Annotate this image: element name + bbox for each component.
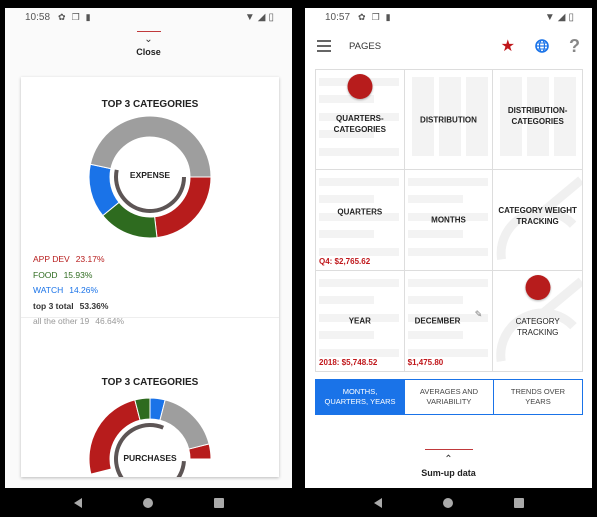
page-title: PAGES [349,40,382,52]
expense-center-label: EXPENSE [129,170,171,180]
chevron-down-icon: ⌄ [144,34,153,45]
tile-distribution[interactable]: DISTRIBUTION [404,70,494,171]
sumup-button[interactable]: ⌃ Sum-up data [305,449,592,478]
tile-december[interactable]: DECEMBER ✎ $1,475.80 [404,270,494,371]
home-button[interactable] [442,497,453,508]
status-bar: 10:58 ✿ ❐ ▮ ▼ ◢ ▯ [5,8,292,26]
purchases-donut: PURCHASES [88,397,212,477]
toolbar: PAGES ★ ? [305,26,592,66]
globe-icon[interactable] [535,39,549,53]
star-icon[interactable]: ★ [501,36,515,56]
tile-category-weight-tracking[interactable]: CATEGORY WEIGHT TRACKING [493,170,582,271]
handle-line [424,449,473,450]
copy-icon: ❐ [371,11,380,22]
close-button[interactable]: ⌄ Close [5,31,292,57]
edit-icon[interactable]: ✎ [475,309,483,320]
purchases-center-label: PURCHASES [123,453,177,463]
right-phone: 10:57 ✿ ❐ ▮ ▼ ◢ ▯ PAGES ★ ? QUARTERS- CA… [303,0,594,517]
settings-icon: ✿ [58,11,66,22]
legend-app-dev: APP DEV 23.17% [33,254,105,264]
back-button[interactable] [373,497,382,508]
card-divider [21,317,279,318]
tab-months-quarters-years[interactable]: MONTHS, QUARTERS, YEARS [316,380,405,414]
year-value: 2018: $5,748.52 [319,358,378,367]
donut-slice-other [159,399,210,450]
left-nav-bar [3,488,294,517]
home-button[interactable] [142,497,153,508]
section-tabs: MONTHS, QUARTERS, YEARS AVERAGES AND VAR… [315,379,583,415]
right-nav-bar [303,488,594,517]
tile-category-tracking[interactable]: CATEGORY TRACKING [493,270,582,371]
december-value: $1,475.80 [407,358,444,367]
left-phone: 10:58 ✿ ❐ ▮ ▼ ◢ ▯ ⌄ Close TOP 3 CATEGORI… [3,0,294,517]
recents-button[interactable] [513,497,524,508]
donut-slice-all-the-other [89,115,212,178]
expense-card-title: TOP 3 CATEGORIES [101,99,199,110]
battery-icon: ▯ [268,11,274,23]
favorite-dot [347,74,373,99]
copy-icon: ❐ [71,11,80,22]
status-time: 10:58 [25,11,51,23]
signal-icon: ◢ [557,11,566,23]
menu-icon[interactable] [317,40,331,52]
expense-card: TOP 3 CATEGORIES EXPENSE APP DEV 23.17% F… [21,77,279,477]
chevron-up-icon: ⌃ [444,454,453,465]
left-screen: 10:58 ✿ ❐ ▮ ▼ ◢ ▯ ⌄ Close TOP 3 CATEGORI… [5,8,292,488]
back-button[interactable] [73,497,82,508]
legend-top3-total: top 3 total 53.36% [33,300,109,311]
tab-trends-over-years[interactable]: TRENDS OVER YEARS [494,380,582,414]
sumup-label: Sum-up data [421,468,476,478]
status-bar: 10:57 ✿ ❐ ▮ ▼ ◢ ▯ [305,8,592,26]
battery-icon: ▯ [568,11,574,23]
settings-icon: ✿ [358,11,366,22]
close-label: Close [136,47,161,57]
status-time: 10:57 [325,11,351,23]
wifi-icon: ▼ [244,11,255,23]
sd-card-icon: ▮ [385,11,391,22]
tile-quarters[interactable]: QUARTERS Q4: $2,765.62 [316,170,405,271]
legend-watch: WATCH 14.26% [33,285,99,295]
signal-icon: ◢ [257,11,266,23]
favorite-dot [525,274,551,300]
handle-line [136,31,161,32]
tile-quarters-categories[interactable]: QUARTERS- CATEGORIES [316,70,405,171]
tile-distribution-categories[interactable]: DISTRIBUTION- CATEGORIES [493,70,582,171]
quarters-value: Q4: $2,765.62 [319,256,371,266]
inner-total-ring [114,423,186,477]
legend-food: FOOD 15.93% [33,269,93,280]
tab-averages-variability[interactable]: AVERAGES AND VARIABILITY [405,380,494,414]
tile-year[interactable]: YEAR 2018: $5,748.52 [316,270,405,371]
expense-donut: EXPENSE [88,115,212,239]
right-screen: 10:57 ✿ ❐ ▮ ▼ ◢ ▯ PAGES ★ ? QUARTERS- CA… [305,8,592,488]
purchases-card-title: TOP 3 CATEGORIES [101,377,199,388]
tile-months[interactable]: MONTHS [404,170,494,271]
pages-grid: QUARTERS- CATEGORIES DISTRIBUTION DISTRI… [315,69,583,372]
help-icon[interactable]: ? [569,36,580,57]
wifi-icon: ▼ [544,11,555,23]
sd-card-icon: ▮ [85,11,91,22]
recents-button[interactable] [213,497,224,508]
